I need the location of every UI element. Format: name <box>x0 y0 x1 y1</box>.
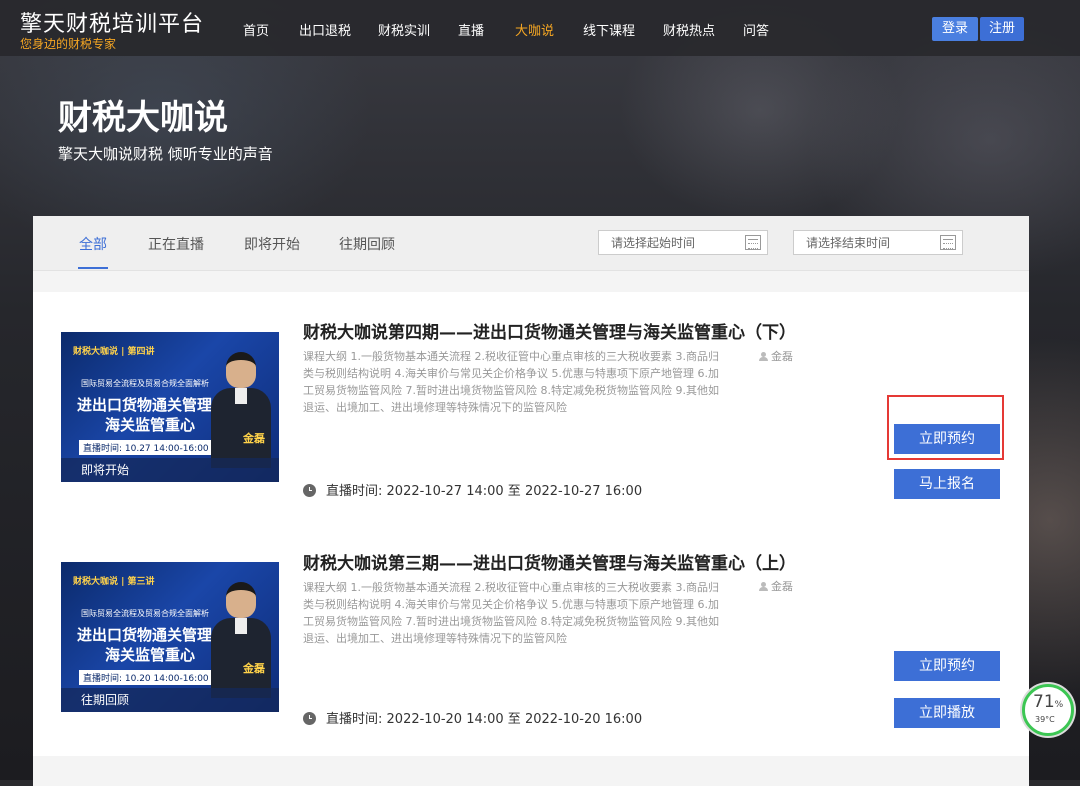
calendar-icon[interactable] <box>745 235 761 250</box>
thumbnail-speaker-name: 金磊 <box>243 432 265 445</box>
status-badge: 往期回顾 <box>61 688 279 712</box>
course-thumbnail[interactable]: 财税大咖说 | 第四讲 国际贸易全流程及贸易合规全面解析 进出口货物通关管理与 … <box>61 332 279 482</box>
end-date-input[interactable]: 请选择结束时间 <box>793 230 963 255</box>
thumbnail-time: 直播时间: 10.20 14:00-16:00 <box>79 670 213 685</box>
course-card: 财税大咖说 | 第三讲 国际贸易全流程及贸易合规全面解析 进出口货物通关管理与 … <box>33 524 1029 756</box>
tab-upcoming[interactable]: 即将开始 <box>244 234 300 254</box>
course-title[interactable]: 财税大咖说第三期——进出口货物通关管理与海关监管重心（上） <box>303 549 796 574</box>
gauge-value: 71% <box>1033 692 1063 712</box>
gauge-temperature: 39°C <box>1035 715 1055 724</box>
thumbnail-headline: 进出口货物通关管理与 <box>77 396 228 414</box>
clock-icon <box>303 712 316 725</box>
highlight-box <box>887 395 1004 460</box>
course-card: 财税大咖说 | 第四讲 国际贸易全流程及贸易合规全面解析 进出口货物通关管理与 … <box>33 292 1029 524</box>
broadcast-time-value: 2022-10-27 14:00 至 2022-10-27 16:00 <box>386 484 643 499</box>
gauge-percent: 71 <box>1033 692 1055 712</box>
broadcast-time-value: 2022-10-20 14:00 至 2022-10-20 16:00 <box>386 712 643 727</box>
course-thumbnail[interactable]: 财税大咖说 | 第三讲 国际贸易全流程及贸易合规全面解析 进出口货物通关管理与 … <box>61 562 279 712</box>
tab-all[interactable]: 全部 <box>79 234 107 254</box>
broadcast-time: 直播时间: 2022-10-27 14:00 至 2022-10-27 16:0… <box>303 480 642 499</box>
page-title: 财税大咖说 <box>58 98 228 138</box>
thumbnail-headline-2: 海关监管重心 <box>105 416 196 434</box>
nav-item-expert-talk[interactable]: 大咖说 <box>515 20 554 39</box>
site-logo-subtitle: 您身边的财税专家 <box>20 37 117 51</box>
broadcast-time-label: 直播时间: <box>326 484 383 499</box>
nav-item-export-tax-refund[interactable]: 出口退税 <box>299 20 351 39</box>
gauge-percent-sign: % <box>1054 700 1064 710</box>
thumbnail-speaker-name: 金磊 <box>243 662 265 675</box>
thumbnail-headline-2: 海关监管重心 <box>105 646 196 664</box>
filter-tab-bar: 全部 正在直播 即将开始 往期回顾 请选择起始时间 请选择结束时间 <box>33 216 1029 271</box>
start-date-input[interactable]: 请选择起始时间 <box>598 230 768 255</box>
site-logo-title[interactable]: 擎天财税培训平台 <box>20 6 204 38</box>
play-now-button[interactable]: 立即播放 <box>894 698 1000 728</box>
register-button[interactable]: 注册 <box>980 17 1024 41</box>
thumbnail-time: 直播时间: 10.27 14:00-16:00 <box>79 440 213 455</box>
content-panel: 全部 正在直播 即将开始 往期回顾 请选择起始时间 请选择结束时间 财税大咖说 … <box>33 216 1029 786</box>
thumbnail-caption: 国际贸易全流程及贸易合规全面解析 <box>81 609 209 618</box>
calendar-icon[interactable] <box>940 235 956 250</box>
clock-icon <box>303 484 316 497</box>
thumbnail-brand: 财税大咖说 | 第三讲 <box>73 577 155 587</box>
course-author: 金磊 <box>759 578 793 594</box>
status-badge: 即将开始 <box>61 458 279 482</box>
reserve-now-button[interactable]: 立即预约 <box>894 651 1000 681</box>
nav-item-home[interactable]: 首页 <box>243 20 269 39</box>
nav-item-live[interactable]: 直播 <box>458 20 484 39</box>
page-subtitle: 擎天大咖说财税 倾听专业的声音 <box>58 145 273 163</box>
login-button[interactable]: 登录 <box>932 17 978 41</box>
nav-item-qa[interactable]: 问答 <box>743 20 769 39</box>
nav-item-tax-training[interactable]: 财税实训 <box>378 20 430 39</box>
nav-item-offline-courses[interactable]: 线下课程 <box>583 20 635 39</box>
course-description: 课程大纲 1.一般货物基本通关流程 2.税收征管中心重点审核的三大税收要素 3.… <box>303 581 719 645</box>
author-name: 金磊 <box>771 350 793 363</box>
performance-gauge-widget[interactable]: 71% 39°C <box>1022 684 1074 736</box>
active-tab-indicator <box>78 267 108 269</box>
start-date-placeholder: 请选择起始时间 <box>611 236 696 250</box>
course-title[interactable]: 财税大咖说第四期——进出口货物通关管理与海关监管重心（下） <box>303 318 796 343</box>
nav-item-tax-hot-topics[interactable]: 财税热点 <box>663 20 715 39</box>
broadcast-time-label: 直播时间: <box>326 712 383 727</box>
register-now-button[interactable]: 马上报名 <box>894 469 1000 499</box>
tab-past-replays[interactable]: 往期回顾 <box>339 234 395 254</box>
thumbnail-brand: 财税大咖说 | 第四讲 <box>73 347 155 357</box>
course-description: 课程大纲 1.一般货物基本通关流程 2.税收征管中心重点审核的三大税收要素 3.… <box>303 350 719 414</box>
thumbnail-headline: 进出口货物通关管理与 <box>77 626 228 644</box>
broadcast-time: 直播时间: 2022-10-20 14:00 至 2022-10-20 16:0… <box>303 708 642 727</box>
top-navbar: 擎天财税培训平台 您身边的财税专家 首页 出口退税 财税实训 直播 大咖说 线下… <box>0 0 1080 56</box>
author-name: 金磊 <box>771 580 793 593</box>
user-icon <box>759 352 768 361</box>
thumbnail-caption: 国际贸易全流程及贸易合规全面解析 <box>81 379 209 388</box>
user-icon <box>759 582 768 591</box>
course-author: 金磊 <box>759 348 793 364</box>
end-date-placeholder: 请选择结束时间 <box>806 236 891 250</box>
tab-live-now[interactable]: 正在直播 <box>148 234 204 254</box>
